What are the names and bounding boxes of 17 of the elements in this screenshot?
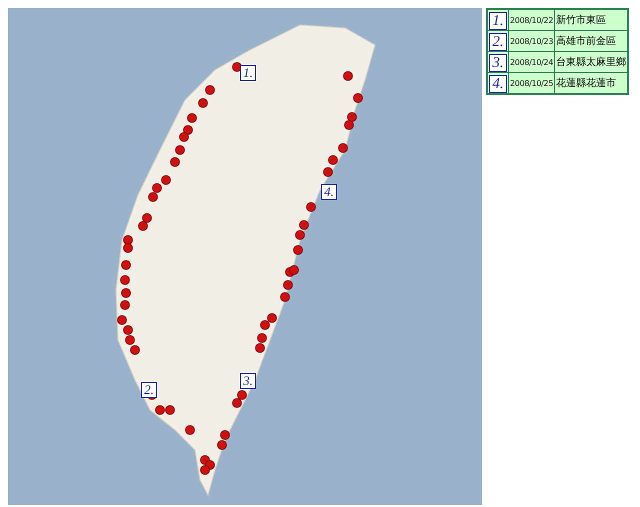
date-cell: 2008/10/23 [509,31,554,51]
marker-label: 3. [489,54,507,72]
marker-label: 2. [489,33,507,51]
date-cell: 2008/10/24 [509,52,554,72]
place-cell: 台東縣太麻里鄉 [555,52,628,72]
date-cell: 2008/10/22 [509,10,554,30]
map-marker[interactable]: 3. [240,373,256,389]
date-cell: 2008/10/25 [509,73,554,93]
map-marker[interactable]: 1. [240,65,256,81]
marker-label: 1. [489,12,507,30]
map-area[interactable]: 1. 2. 3. 4. [8,8,482,505]
place-cell: 新竹市東區 [555,10,628,30]
map-marker[interactable]: 4. [321,184,337,200]
map-marker[interactable]: 2. [141,382,157,398]
marker-label: 4. [489,75,507,93]
place-cell: 花蓮縣花蓮市 [555,73,628,93]
place-cell: 高雄市前金區 [555,31,628,51]
